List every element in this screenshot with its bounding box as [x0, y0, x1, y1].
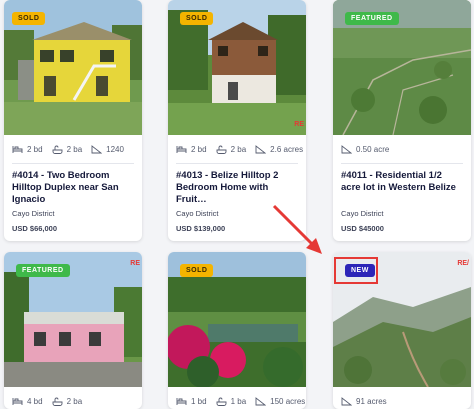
area-spec: 150 acres	[255, 397, 305, 406]
divider	[12, 163, 134, 164]
brand-watermark: RE	[130, 260, 140, 267]
listing-card[interactable]: SOLD 2 bd 2 ba 1240 #4014 - Two Bedroom …	[4, 0, 142, 241]
area-icon	[91, 144, 103, 153]
listing-specs: 1 bd 1 ba 150 acres	[168, 387, 306, 408]
listing-title[interactable]: #4011 - Residential 1/2 acre lot in West…	[333, 170, 471, 206]
area-spec: 1240	[91, 145, 124, 154]
listing-card[interactable]: FEATURED RE 4 bd 2 ba	[4, 252, 142, 409]
listing-photo[interactable]: SOLD	[168, 252, 306, 387]
area-spec: 0.50 acre	[341, 145, 389, 154]
area-spec: 91 acres	[341, 397, 387, 406]
listing-price: USD $45000	[341, 224, 384, 233]
baths-spec: 2 ba	[216, 145, 246, 154]
beds-spec: 2 bd	[176, 145, 207, 154]
listing-price: USD $66,000	[12, 224, 58, 233]
area-spec: 2.6 acres	[255, 145, 303, 154]
listing-district: Cayo District	[341, 209, 384, 218]
bath-icon	[216, 397, 227, 406]
listing-specs: 2 bd 2 ba 1240	[4, 135, 142, 156]
area-icon	[255, 144, 267, 153]
sold-badge: SOLD	[180, 12, 214, 25]
baths-spec: 1 ba	[216, 397, 246, 406]
listing-title[interactable]: #4014 - Two Bedroom Hilltop Duplex near …	[4, 170, 142, 206]
brand-watermark: RE	[294, 121, 304, 128]
bath-icon	[52, 145, 63, 154]
bed-icon	[176, 397, 187, 405]
bath-icon	[52, 397, 63, 406]
listing-card[interactable]: FEATURED 0.50 acre #4011 - Residential 1…	[333, 0, 471, 241]
beds-spec: 4 bd	[12, 397, 43, 406]
bed-icon	[12, 145, 23, 153]
bath-icon	[216, 145, 227, 154]
featured-badge: FEATURED	[345, 12, 399, 25]
highlight-box	[334, 257, 378, 284]
listing-specs: 0.50 acre	[333, 135, 471, 156]
listing-photo[interactable]: SOLD RE	[168, 0, 306, 135]
area-icon	[341, 396, 352, 405]
listing-photo[interactable]: FEATURED RE	[4, 252, 142, 387]
listing-photo[interactable]: FEATURED	[333, 0, 471, 135]
brand-watermark: RE/	[457, 260, 469, 267]
area-icon	[255, 396, 267, 405]
listing-photo[interactable]: SOLD	[4, 0, 142, 135]
area-icon	[341, 144, 352, 153]
beds-spec: 1 bd	[176, 397, 207, 406]
listing-specs: 91 acres	[333, 387, 471, 408]
baths-spec: 2 ba	[52, 145, 82, 154]
listing-specs: 4 bd 2 ba	[4, 387, 142, 408]
bed-icon	[176, 145, 187, 153]
listing-card[interactable]: SOLD 1 bd 1 ba 150 acres	[168, 252, 306, 409]
beds-spec: 2 bd	[12, 145, 43, 154]
divider	[176, 163, 298, 164]
listing-district: Cayo District	[12, 209, 55, 218]
featured-badge: FEATURED	[16, 264, 70, 277]
listing-specs: 2 bd 2 ba 2.6 acres	[168, 135, 306, 156]
divider	[341, 163, 463, 164]
sold-badge: SOLD	[12, 12, 46, 25]
arrow-annotation-icon	[272, 204, 322, 254]
bed-icon	[12, 397, 23, 405]
baths-spec: 2 ba	[52, 397, 82, 406]
sold-badge: SOLD	[180, 264, 214, 277]
